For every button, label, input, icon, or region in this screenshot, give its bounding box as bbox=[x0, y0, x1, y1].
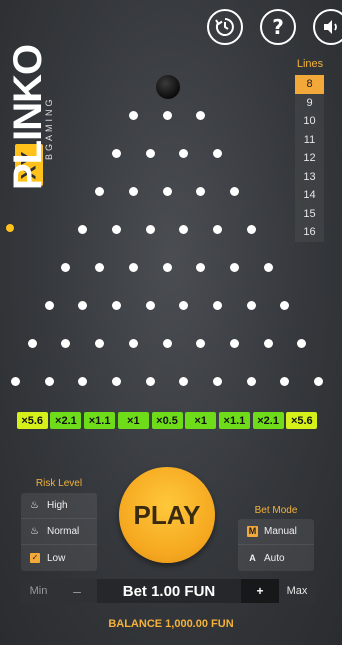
decrease-bet-button[interactable]: – bbox=[57, 579, 97, 603]
peg bbox=[162, 186, 172, 196]
risk-option-label: Normal bbox=[47, 526, 80, 537]
multiplier-bucket: ×2.1 bbox=[50, 412, 82, 429]
risk-option-high[interactable]: ♨ High bbox=[21, 493, 97, 519]
peg bbox=[246, 376, 256, 386]
bet-mode-label: Manual bbox=[264, 526, 297, 537]
peg bbox=[162, 110, 172, 120]
multiplier-bucket: ×5.6 bbox=[286, 412, 318, 429]
peg bbox=[179, 224, 189, 234]
peg bbox=[145, 300, 155, 310]
risk-option-label: Low bbox=[47, 552, 66, 564]
peg bbox=[179, 376, 189, 386]
peg bbox=[145, 224, 155, 234]
peg bbox=[128, 338, 138, 348]
peg bbox=[196, 262, 206, 272]
peg bbox=[95, 338, 105, 348]
peg bbox=[95, 262, 105, 272]
multiplier-bucket: ×1.1 bbox=[218, 412, 250, 429]
ball bbox=[156, 75, 180, 99]
peg bbox=[44, 376, 54, 386]
peg bbox=[111, 148, 121, 158]
bet-amount: Bet 1.00 FUN bbox=[122, 582, 216, 600]
low-risk-icon: ✓ bbox=[30, 553, 40, 563]
peg bbox=[145, 148, 155, 158]
peg bbox=[128, 262, 138, 272]
peg bbox=[213, 376, 223, 386]
peg bbox=[246, 300, 256, 310]
bet-bar: Min – Bet 1.00 FUN + Max bbox=[20, 579, 315, 603]
peg bbox=[263, 338, 273, 348]
plinko-board: ×5.6 ×2.1 ×1.1 ×1 ×0.5 ×1 ×1.1 ×2.1 ×5.6 bbox=[0, 0, 342, 440]
fire-icon: ♨ bbox=[30, 499, 39, 511]
multiplier-bucket: ×0.5 bbox=[151, 412, 183, 429]
risk-level-title: Risk Level bbox=[35, 478, 83, 489]
peg bbox=[128, 110, 138, 120]
peg bbox=[162, 338, 172, 348]
peg bbox=[179, 148, 189, 158]
bet-mode-manual[interactable]: M Manual bbox=[238, 519, 314, 545]
peg bbox=[111, 224, 121, 234]
min-bet-button[interactable]: Min bbox=[20, 579, 57, 603]
bet-mode-title: Bet Mode bbox=[254, 505, 298, 516]
peg bbox=[314, 376, 324, 386]
peg bbox=[44, 300, 54, 310]
peg bbox=[111, 376, 121, 386]
manual-icon: M bbox=[247, 526, 258, 537]
risk-option-low[interactable]: ✓ Low bbox=[21, 545, 97, 571]
multiplier-bucket: ×1 bbox=[185, 412, 217, 429]
multiplier-bucket: ×1.1 bbox=[84, 412, 116, 429]
pot-icon: ♨ bbox=[30, 525, 39, 537]
auto-icon: A bbox=[249, 552, 256, 563]
peg bbox=[246, 224, 256, 234]
peg bbox=[128, 186, 138, 196]
increase-bet-button[interactable]: + bbox=[241, 579, 279, 603]
play-button[interactable]: PLAY bbox=[119, 467, 215, 563]
peg bbox=[95, 186, 105, 196]
peg bbox=[196, 186, 206, 196]
peg bbox=[145, 376, 155, 386]
peg bbox=[280, 300, 290, 310]
multiplier-bucket: ×1 bbox=[117, 412, 149, 429]
peg bbox=[78, 224, 88, 234]
max-bet-button[interactable]: Max bbox=[279, 579, 315, 603]
multiplier-bucket: ×2.1 bbox=[252, 412, 284, 429]
peg bbox=[61, 262, 71, 272]
peg bbox=[162, 262, 172, 272]
risk-level-panel: ♨ High ♨ Normal ✓ Low bbox=[21, 493, 97, 571]
balance-display: BALANCE 1,000.00 FUN bbox=[108, 618, 234, 630]
peg bbox=[229, 262, 239, 272]
peg bbox=[297, 338, 307, 348]
peg bbox=[213, 148, 223, 158]
peg bbox=[111, 300, 121, 310]
risk-option-label: High bbox=[47, 500, 68, 511]
risk-option-normal[interactable]: ♨ Normal bbox=[21, 519, 97, 545]
peg bbox=[78, 376, 88, 386]
peg bbox=[213, 300, 223, 310]
peg bbox=[196, 338, 206, 348]
peg bbox=[229, 186, 239, 196]
peg bbox=[61, 338, 71, 348]
peg bbox=[229, 338, 239, 348]
peg bbox=[179, 300, 189, 310]
peg bbox=[27, 338, 37, 348]
peg bbox=[10, 376, 20, 386]
bet-mode-auto[interactable]: A Auto bbox=[238, 545, 314, 571]
peg bbox=[263, 262, 273, 272]
bet-mode-panel: M Manual A Auto bbox=[238, 519, 314, 571]
multiplier-bucket: ×5.6 bbox=[16, 412, 48, 429]
peg bbox=[213, 224, 223, 234]
peg bbox=[78, 300, 88, 310]
bet-mode-label: Auto bbox=[264, 552, 285, 564]
peg bbox=[196, 110, 206, 120]
peg bbox=[280, 376, 290, 386]
